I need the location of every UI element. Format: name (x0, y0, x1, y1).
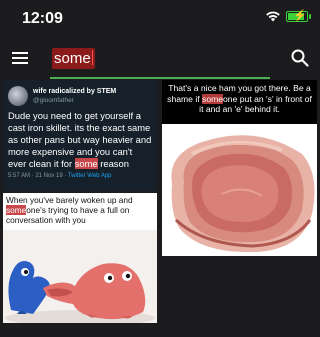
app-bar: some (0, 40, 320, 79)
battery-icon: ⚡ (286, 9, 311, 22)
tweet-handle: @gloomfather (33, 96, 74, 104)
tweet-app: Twitter Web App (67, 172, 112, 179)
search-query[interactable]: some (52, 48, 95, 69)
match-highlight: some (202, 93, 224, 104)
hamburger-menu-icon[interactable] (12, 49, 32, 69)
results-grid: wife radicalized by STEM @gloomfather Du… (0, 80, 320, 337)
result-card-tweet[interactable]: wife radicalized by STEM @gloomfather Du… (3, 80, 157, 191)
ham-image (162, 124, 317, 256)
wifi-icon (266, 11, 280, 22)
result-card-meme[interactable]: When you've barely woken up and someone'… (3, 193, 157, 323)
status-bar: 12:09 ⚡ (0, 0, 320, 40)
avatar (8, 86, 28, 106)
tweet-timestamp: 5:57 AM · 21 Nov 19 · Twitter Web App (8, 172, 112, 179)
result-card-ham[interactable]: That's a nice ham you got there. Be a sh… (162, 80, 317, 256)
tweet-author: wife radicalized by STEM (33, 88, 117, 96)
clay-figures-image (3, 230, 157, 323)
tweet-text: Dude you need to get yourself a cast iro… (8, 110, 152, 169)
clock: 12:09 (22, 10, 63, 27)
match-highlight: some (6, 204, 27, 215)
tweet-header: wife radicalized by STEM @gloomfather (8, 84, 152, 108)
search-icon[interactable] (290, 48, 310, 68)
status-icons: ⚡ (265, 9, 311, 22)
meme-caption: That's a nice ham you got there. Be a sh… (162, 80, 317, 124)
charging-bolt-icon: ⚡ (293, 9, 307, 22)
search-input[interactable]: some (50, 44, 270, 79)
match-highlight: some (74, 157, 98, 169)
search-underline (50, 77, 270, 79)
meme-caption: When you've barely woken up and someone'… (6, 195, 133, 225)
